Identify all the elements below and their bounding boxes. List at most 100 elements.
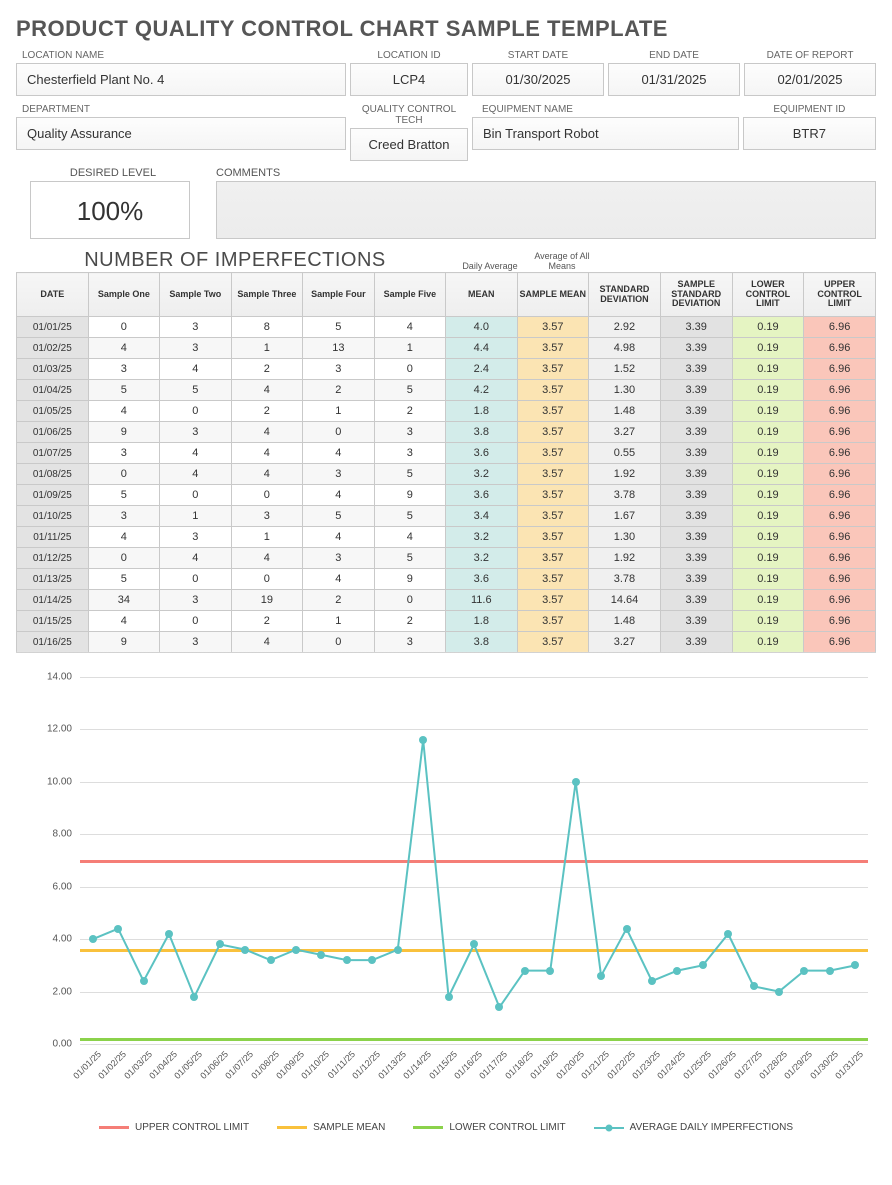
- table-cell: 3: [160, 632, 232, 653]
- table-cell: 4: [231, 422, 303, 443]
- table-row: 01/07/25344433.63.570.553.390.196.96: [17, 443, 876, 464]
- end-date-label: END DATE: [608, 48, 740, 63]
- table-cell: 4: [231, 548, 303, 569]
- location-id-label: LOCATION ID: [350, 48, 468, 63]
- equipment-name-value[interactable]: Bin Transport Robot: [472, 117, 739, 150]
- table-cell: 3: [160, 317, 232, 338]
- legend-smean: SAMPLE MEAN: [277, 1122, 385, 1133]
- table-cell: 3.39: [660, 506, 732, 527]
- qc-tech-value[interactable]: Creed Bratton: [350, 128, 468, 161]
- table-cell: 3.8: [446, 632, 517, 653]
- end-date-value[interactable]: 01/31/2025: [608, 63, 740, 96]
- table-cell: 0: [303, 422, 375, 443]
- table-cell: 11.6: [446, 590, 517, 611]
- table-cell: 3.57: [517, 506, 589, 527]
- table-cell: 1: [231, 527, 303, 548]
- table-cell: 0: [160, 485, 232, 506]
- table-row: 01/06/25934033.83.573.273.390.196.96: [17, 422, 876, 443]
- chart-point: [343, 956, 351, 964]
- col-ucl: UPPER CONTROL LIMIT: [804, 273, 876, 317]
- table-cell: 3.57: [517, 359, 589, 380]
- table-cell: 3: [374, 443, 446, 464]
- table-cell: 0: [88, 548, 160, 569]
- table-row: 01/13/25500493.63.573.783.390.196.96: [17, 569, 876, 590]
- table-cell: 2.4: [446, 359, 517, 380]
- report-date-value[interactable]: 02/01/2025: [744, 63, 876, 96]
- table-cell: 4: [88, 527, 160, 548]
- table-cell: 3: [160, 422, 232, 443]
- table-cell: 3.39: [660, 527, 732, 548]
- table-cell: 01/14/25: [17, 590, 89, 611]
- table-fade: [16, 651, 876, 665]
- table-cell: 3: [303, 464, 375, 485]
- table-row: 01/16/25934033.83.573.273.390.196.96: [17, 632, 876, 653]
- table-cell: 4.0: [446, 317, 517, 338]
- table-cell: 2: [231, 401, 303, 422]
- table-cell: 6.96: [804, 359, 876, 380]
- legend-avg: AVERAGE DAILY IMPERFECTIONS: [594, 1122, 793, 1133]
- table-cell: 0: [231, 569, 303, 590]
- table-cell: 0: [160, 569, 232, 590]
- table-cell: 1.67: [589, 506, 661, 527]
- y-tick-label: 12.00: [22, 724, 72, 735]
- table-cell: 0: [231, 485, 303, 506]
- table-cell: 4: [231, 443, 303, 464]
- chart-point: [750, 982, 758, 990]
- table-cell: 3.39: [660, 443, 732, 464]
- table-cell: 1.30: [589, 527, 661, 548]
- table-cell: 3.6: [446, 485, 517, 506]
- chart-point: [699, 961, 707, 969]
- department-value[interactable]: Quality Assurance: [16, 117, 346, 150]
- table-cell: 0.19: [732, 506, 804, 527]
- chart-point: [724, 930, 732, 938]
- desired-level-value[interactable]: 100%: [30, 181, 190, 239]
- table-cell: 0.19: [732, 611, 804, 632]
- table-cell: 01/15/25: [17, 611, 89, 632]
- table-cell: 01/06/25: [17, 422, 89, 443]
- table-cell: 14.64: [589, 590, 661, 611]
- table-cell: 0.19: [732, 317, 804, 338]
- table-cell: 4: [88, 611, 160, 632]
- table-cell: 0.19: [732, 590, 804, 611]
- table-cell: 3: [88, 506, 160, 527]
- table-cell: 01/12/25: [17, 548, 89, 569]
- start-date-value[interactable]: 01/30/2025: [472, 63, 604, 96]
- table-cell: 3.57: [517, 380, 589, 401]
- table-cell: 0.19: [732, 443, 804, 464]
- table-cell: 01/11/25: [17, 527, 89, 548]
- legend-ucl: UPPER CONTROL LIMIT: [99, 1122, 249, 1133]
- chart-point: [597, 972, 605, 980]
- table-cell: 4: [160, 359, 232, 380]
- table-cell: 0: [303, 632, 375, 653]
- table-cell: 3.57: [517, 464, 589, 485]
- table-cell: 1.48: [589, 611, 661, 632]
- table-cell: 01/05/25: [17, 401, 89, 422]
- legend-lcl: LOWER CONTROL LIMIT: [413, 1122, 565, 1133]
- table-cell: 6.96: [804, 464, 876, 485]
- table-cell: 13: [303, 338, 375, 359]
- table-cell: 3: [303, 359, 375, 380]
- table-cell: 3.39: [660, 548, 732, 569]
- col-s3: Sample Three: [231, 273, 303, 317]
- table-cell: 01/04/25: [17, 380, 89, 401]
- table-cell: 1.30: [589, 380, 661, 401]
- table-row: 01/09/25500493.63.573.783.390.196.96: [17, 485, 876, 506]
- chart-point: [495, 1003, 503, 1011]
- table-cell: 4.2: [446, 380, 517, 401]
- location-name-value[interactable]: Chesterfield Plant No. 4: [16, 63, 346, 96]
- table-cell: 3.57: [517, 611, 589, 632]
- table-cell: 3.78: [589, 485, 661, 506]
- table-cell: 6.96: [804, 611, 876, 632]
- table-cell: 5: [160, 380, 232, 401]
- equipment-id-value[interactable]: BTR7: [743, 117, 876, 150]
- table-cell: 6.96: [804, 317, 876, 338]
- location-id-value[interactable]: LCP4: [350, 63, 468, 96]
- chart-point: [394, 946, 402, 954]
- header-row-1: LOCATION NAME Chesterfield Plant No. 4 L…: [16, 48, 876, 96]
- comments-field[interactable]: [216, 181, 876, 239]
- table-cell: 5: [374, 548, 446, 569]
- table-cell: 4: [303, 485, 375, 506]
- table-cell: 3.39: [660, 611, 732, 632]
- chart-point: [826, 967, 834, 975]
- table-row: 01/05/25402121.83.571.483.390.196.96: [17, 401, 876, 422]
